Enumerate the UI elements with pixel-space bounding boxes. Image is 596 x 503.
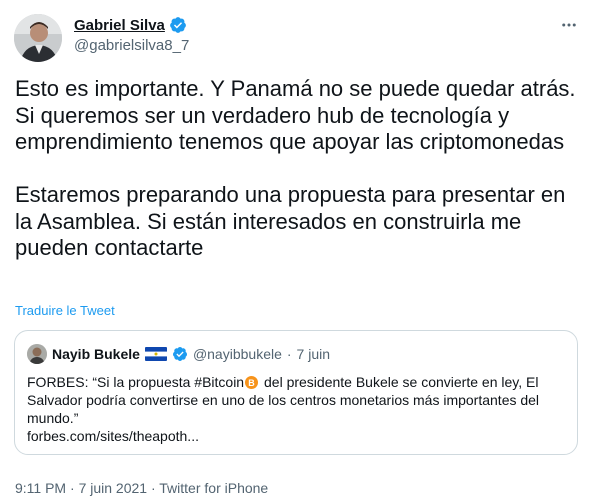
author-name[interactable]: Gabriel Silva [74, 17, 165, 34]
quoted-author-avatar [27, 344, 47, 364]
meta-separator-2: · [150, 480, 156, 496]
quoted-text-part-1: FORBES: “Si la propuesta #Bitcoin [27, 374, 245, 390]
tweet-text: Esto es importante. Y Panamá no se puede… [15, 76, 587, 262]
author-handle[interactable]: @gabrielsilva8_7 [74, 37, 189, 54]
tweet-date[interactable]: 7 juin 2021 [79, 480, 148, 496]
bitcoin-icon: B [245, 375, 259, 389]
quoted-author-name: Nayib Bukele [52, 346, 140, 362]
tweet-card: Gabriel Silva @gabrielsilva8_7 Esto es i… [0, 0, 596, 503]
el-salvador-flag-icon [144, 347, 167, 361]
svg-text:B: B [248, 378, 255, 388]
meta-separator-1: · [70, 480, 75, 496]
quoted-separator: · [286, 346, 292, 362]
author-avatar[interactable] [14, 14, 62, 62]
tweet-source[interactable]: Twitter for iPhone [159, 480, 268, 496]
verified-badge-icon [169, 16, 187, 34]
quoted-tweet-header: Nayib Bukele @nayibbukele · 7 juin [27, 344, 330, 364]
translate-tweet-link[interactable]: Traduire le Tweet [15, 303, 115, 318]
tweet-metadata: 9:11 PM · 7 juin 2021 · Twitter for iPho… [15, 480, 268, 496]
tweet-time[interactable]: 9:11 PM [15, 480, 66, 496]
tweet-paragraph-1: Esto es importante. Y Panamá no se puede… [15, 76, 582, 154]
more-options-icon[interactable] [558, 14, 580, 36]
quoted-author-handle: @nayibbukele [192, 346, 282, 362]
verified-badge-icon [172, 346, 188, 362]
tweet-paragraph-2: Estaremos preparando una propuesta para … [15, 182, 572, 260]
quoted-link[interactable]: forbes.com/sites/theapoth... [27, 428, 199, 444]
quoted-tweet-text: FORBES: “Si la propuesta #Bitcoin B del p… [27, 373, 567, 445]
quoted-date: 7 juin [296, 346, 331, 362]
quoted-tweet[interactable]: Nayib Bukele @nayibbukele · 7 juin FORBE… [14, 330, 578, 455]
author-info: Gabriel Silva @gabrielsilva8_7 [74, 15, 189, 55]
